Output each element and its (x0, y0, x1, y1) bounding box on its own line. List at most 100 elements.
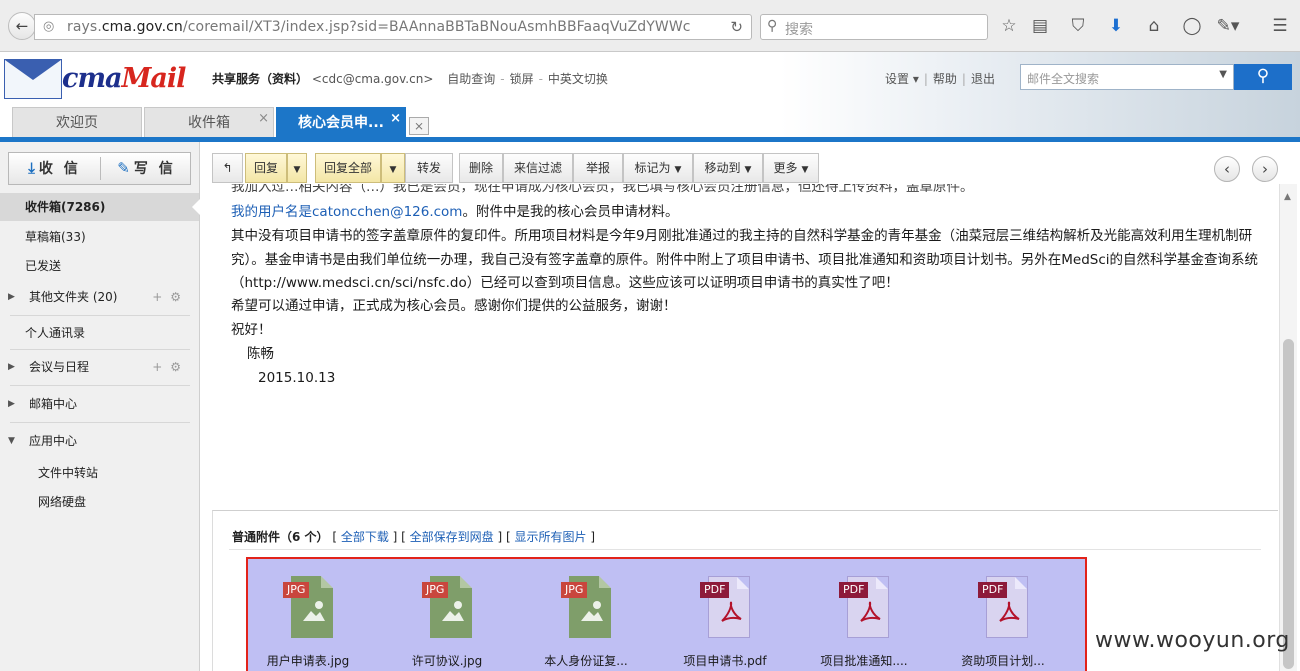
reply-button[interactable]: 回复 (245, 153, 287, 183)
mail-text: 希望可以通过申请，正式成为核心会员。感谢你们提供的公益服务，谢谢！ (231, 298, 677, 314)
sidebar-item-other-folders[interactable]: ▶ 其他文件夹 (20) +⚙ (0, 283, 199, 311)
chevron-down-icon: ▼ (744, 165, 752, 175)
pocket-icon[interactable]: ⛉ (1066, 16, 1090, 36)
scrollbar-thumb[interactable] (1283, 339, 1294, 669)
sidebar-item-contacts[interactable]: 个人通讯录 (0, 319, 199, 347)
extension-icon[interactable]: ✎▾ (1216, 16, 1240, 36)
sidebar-item-label: 文件中转站 (38, 466, 99, 480)
sidebar-item-label: 个人通讯录 (25, 326, 86, 340)
home-icon[interactable]: ⌂ (1142, 16, 1166, 36)
jpg-file-icon: JPG (422, 572, 472, 639)
filter-button[interactable]: 来信过滤 (503, 153, 573, 183)
expand-triangle-icon[interactable]: ▶ (8, 353, 15, 381)
logo-text-mail: Mail (121, 63, 187, 94)
reply-dropdown[interactable]: ▼ (287, 153, 307, 183)
reload-icon[interactable]: ↻ (730, 18, 743, 36)
tab-current-mail[interactable]: 核心会员申... × (276, 107, 406, 138)
chat-icon[interactable]: ◯ (1180, 16, 1204, 36)
file-type-tag: JPG (283, 582, 310, 598)
mail-paragraph: 其中没有项目申请书的签字盖章原件的复印件。所用项目材料是今年9月刚批准通过的我主… (231, 228, 1259, 291)
attachment-name[interactable]: 许可协议.jpg (387, 652, 507, 669)
sidebar-item-app-center[interactable]: ▼ 应用中心 (0, 427, 199, 455)
attachment-item[interactable]: JPG 许可协议.jpg (387, 572, 507, 669)
settings-link[interactable]: 设置 ▾ (885, 72, 919, 86)
scrollbar[interactable]: ▲ (1279, 184, 1297, 671)
receive-button[interactable]: ⤓ 收 信 (9, 153, 100, 184)
tab-label: 收件箱 (188, 115, 230, 131)
sidebar-item-file-transfer[interactable]: 文件中转站 (0, 461, 199, 485)
attachment-item[interactable]: PDF 资助项目计划... (943, 572, 1063, 669)
browser-search-input[interactable]: ⚲ 搜索 (760, 14, 988, 40)
sidebar-item-label: 邮箱中心 (29, 397, 78, 411)
expand-triangle-icon[interactable]: ▶ (8, 283, 15, 311)
download-all-link[interactable]: 全部下载 (341, 530, 389, 544)
folder-actions[interactable]: +⚙ (152, 283, 189, 311)
help-link[interactable]: 帮助 (933, 72, 957, 86)
attachments-title: 普通附件（6 个） (232, 530, 329, 544)
forward-button[interactable]: 转发 (405, 153, 453, 183)
chevron-down-icon[interactable]: ▼ (1219, 69, 1227, 80)
url-text: rays.cma.gov.cn/coremail/XT3/index.jsp?s… (67, 19, 691, 35)
attachment-name[interactable]: 项目申请书.pdf (665, 652, 785, 669)
back-arrow-icon[interactable]: ← (8, 12, 36, 40)
attachment-item[interactable]: JPG 本人身份证复... (526, 572, 646, 669)
attachment-item[interactable]: PDF 项目申请书.pdf (665, 572, 785, 669)
attachments-highlight: JPG 用户申请表.jpg JPG 许可协议.jpg JPG 本人身份证复...… (246, 557, 1087, 671)
scroll-up-icon[interactable]: ▲ (1284, 192, 1291, 202)
account-info: 共享服务（资料） <cdc@cma.gov.cn> 自助查询 - 锁屏 - 中英文切换 (212, 72, 608, 86)
chevron-down-icon: ▼ (801, 165, 809, 175)
download-icon[interactable]: ⬇ (1104, 16, 1128, 36)
delete-button[interactable]: 删除 (459, 153, 503, 183)
sidebar-item-mail-center[interactable]: ▶ 邮箱中心 (0, 390, 199, 418)
prev-mail-icon[interactable]: ‹ (1214, 156, 1240, 182)
logout-link[interactable]: 退出 (971, 72, 995, 86)
language-switch-link[interactable]: 中英文切换 (548, 72, 608, 86)
show-images-link[interactable]: 显示所有图片 (515, 530, 587, 544)
download-icon: ⤓ (28, 159, 35, 177)
close-icon[interactable]: × (258, 104, 269, 134)
close-icon[interactable]: × (390, 104, 401, 134)
calendar-actions[interactable]: +⚙ (152, 353, 189, 381)
compose-label: 写 信 (133, 161, 176, 177)
attachment-name[interactable]: 项目批准通知.... (804, 652, 924, 669)
move-to-button[interactable]: 移动到 ▼ (693, 153, 763, 183)
sidebar-item-network-disk[interactable]: 网络硬盘 (0, 490, 199, 514)
self-query-link[interactable]: 自助查询 (447, 72, 495, 86)
email-link[interactable]: 我的用户名是catoncchen@126.com (231, 204, 462, 220)
tab-inbox[interactable]: 收件箱 × (144, 107, 274, 138)
tab-welcome[interactable]: 欢迎页 (12, 107, 142, 138)
bookmark-star-icon[interactable]: ☆ (997, 16, 1021, 36)
save-to-disk-link[interactable]: 全部保存到网盘 (410, 530, 494, 544)
report-button[interactable]: 举报 (573, 153, 623, 183)
mark-as-button[interactable]: 标记为 ▼ (623, 153, 693, 183)
compose-button[interactable]: ✎ 写 信 (101, 153, 192, 184)
file-type-tag: PDF (839, 582, 869, 598)
attachment-name[interactable]: 用户申请表.jpg (248, 652, 368, 669)
attachment-item[interactable]: JPG 用户申请表.jpg (248, 572, 368, 669)
fulltext-search-placeholder: 邮件全文搜索 (1027, 72, 1100, 86)
sidebar-item-sent[interactable]: 已发送 (0, 252, 199, 280)
reply-all-button[interactable]: 回复全部 (315, 153, 381, 183)
next-mail-icon[interactable]: › (1252, 156, 1278, 182)
close-all-tabs-icon[interactable]: ⨯ (409, 117, 429, 135)
menu-icon[interactable]: ☰ (1268, 16, 1292, 36)
more-button[interactable]: 更多 ▼ (763, 153, 819, 183)
sidebar-item-drafts[interactable]: 草稿箱(33) (0, 223, 199, 251)
attachment-item[interactable]: PDF 项目批准通知.... (804, 572, 924, 669)
mail-content: 我加入过…相关内容（…）我已是会员，现在申请成为核心会员，我已填写核心会员注册信… (212, 184, 1277, 509)
expand-triangle-icon[interactable]: ▶ (8, 390, 15, 418)
address-bar[interactable]: ◎ rays.cma.gov.cn/coremail/XT3/index.jsp… (34, 14, 752, 40)
collapse-triangle-icon[interactable]: ▼ (8, 427, 15, 455)
receive-label: 收 信 (38, 161, 81, 177)
sidebar-item-inbox[interactable]: 收件箱(7286) (0, 193, 200, 221)
lock-screen-link[interactable]: 锁屏 (510, 72, 534, 86)
attachment-name[interactable]: 资助项目计划... (943, 652, 1063, 669)
back-button[interactable]: ↰ (212, 153, 243, 183)
sidebar-item-calendar[interactable]: ▶ 会议与日程 +⚙ (0, 353, 199, 381)
attachment-name[interactable]: 本人身份证复... (526, 652, 646, 669)
reply-all-dropdown[interactable]: ▼ (381, 153, 405, 183)
delete-label: 删除 (468, 161, 493, 175)
fulltext-search-input[interactable]: 邮件全文搜索 ▼ (1020, 64, 1234, 90)
search-button[interactable]: ⚲ (1234, 64, 1292, 90)
reading-list-icon[interactable]: ▤ (1028, 16, 1052, 36)
